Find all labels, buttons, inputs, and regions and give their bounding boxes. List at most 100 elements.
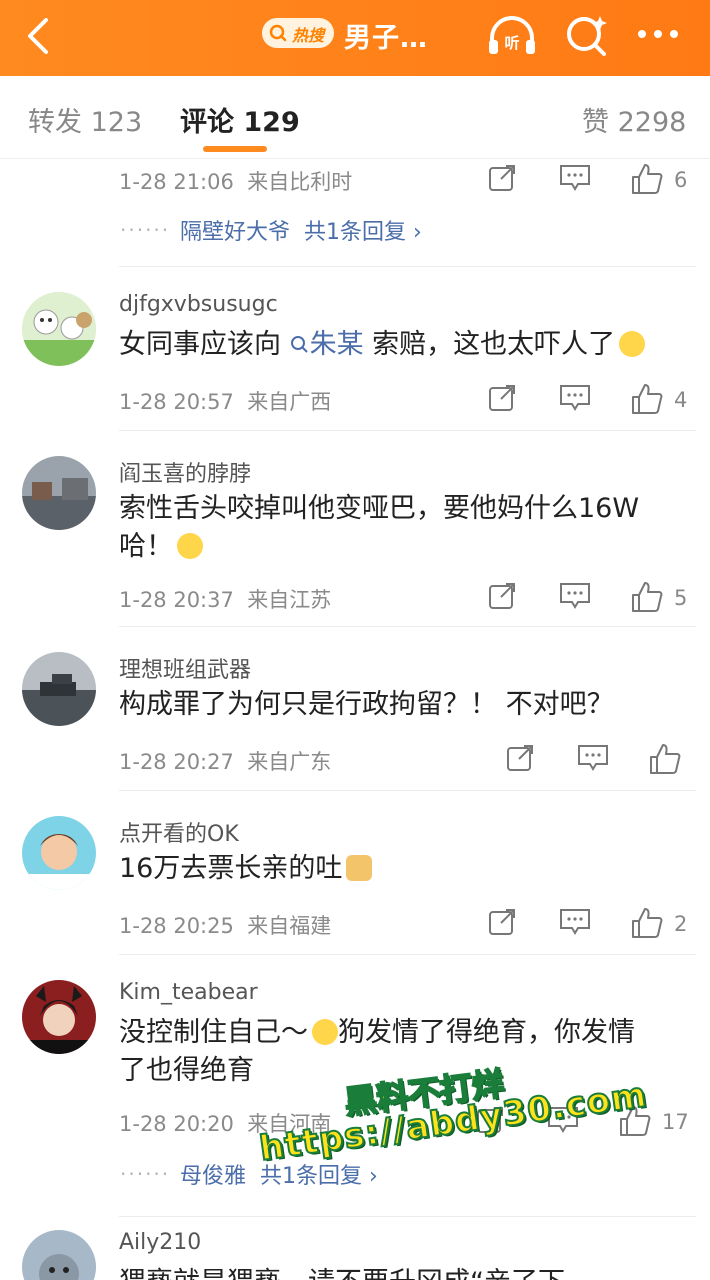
top-bar: 热搜 男子… 听 [0, 0, 710, 76]
like-count: 2 [674, 912, 688, 936]
like-icon[interactable] [630, 906, 664, 940]
reply-icon[interactable] [576, 742, 610, 774]
avatar[interactable] [22, 1230, 96, 1280]
comment-location: 来自广西 [247, 390, 332, 414]
comment-text: 构成罪了为何只是行政拘留？！ 不对吧？ [119, 689, 614, 720]
comment-text-part: 了也得绝育 [119, 1055, 254, 1086]
reply-dots: ······ [120, 218, 171, 242]
search-icon [567, 16, 607, 56]
username[interactable]: Aily210 [119, 1230, 201, 1255]
avatar[interactable] [22, 816, 96, 890]
share-icon[interactable] [486, 162, 518, 194]
comment-text: 猥亵就是猥亵，请不要升冈成“亲了下 [119, 1264, 679, 1280]
comment-text-part: 女同事应该向 [119, 329, 281, 360]
divider [119, 790, 696, 791]
divider [119, 626, 696, 627]
search-icon [290, 336, 308, 353]
comment-actions: 4 [486, 382, 696, 422]
topic-title[interactable]: 男子… [344, 16, 428, 55]
svg-text:听: 听 [504, 34, 519, 52]
avatar[interactable] [22, 456, 96, 530]
reply-user: 母俊雅 [180, 1164, 247, 1189]
avatar-image [22, 456, 96, 530]
avatar-image [22, 292, 96, 366]
like-icon[interactable] [648, 742, 682, 776]
search-button[interactable] [564, 12, 610, 58]
like-icon[interactable] [630, 382, 664, 416]
divider [119, 430, 696, 431]
comment-text: 16万去票长亲的吐 [119, 850, 679, 888]
comment-meta: 1-28 20:37 来自江苏 [119, 584, 331, 614]
active-tab-indicator [203, 146, 267, 152]
doge-emoji-icon [346, 855, 373, 881]
reply-icon[interactable] [558, 382, 592, 414]
comment-location: 来自福建 [247, 914, 332, 938]
comment-text: 索性舌头咬掉叫他变哑巴，要他妈什么16W哈！ [119, 490, 679, 566]
hot-search-badge[interactable]: 热搜 [262, 18, 334, 48]
hot-badge-label: 热搜 [292, 26, 325, 45]
like-count: 4 [674, 388, 688, 412]
listen-button[interactable]: 听 [486, 12, 538, 60]
username[interactable]: 阎玉喜的脖脖 [119, 456, 251, 488]
comment-actions: 5 [486, 580, 696, 620]
like-count: 6 [674, 168, 688, 192]
comment-meta: 1-28 20:25 来自福建 [119, 910, 331, 940]
comment-time: 1-28 20:37 [119, 588, 234, 612]
share-icon[interactable] [486, 906, 518, 938]
topic-mention-link[interactable]: 朱某 [281, 329, 364, 360]
reply-summary-link[interactable]: 隔壁好大爷 共1条回复 › [180, 214, 422, 246]
tab-bar: 转发 123 评论 129 赞 2298 [0, 76, 710, 159]
reply-count: 共1条回复 › [304, 220, 422, 245]
comment-text-part: 索赔，这也太吓人了 [363, 329, 616, 360]
comment-meta: 1-28 20:57 来自广西 [119, 386, 331, 416]
back-button[interactable] [20, 14, 60, 58]
avatar[interactable] [22, 980, 96, 1054]
mention-text: 朱某 [309, 329, 364, 360]
tab-repost[interactable]: 转发 123 [28, 100, 142, 139]
comment-text: 女同事应该向 朱某 索赔，这也太吓人了 [119, 326, 679, 364]
comment-text-part: 没控制住自己～ [119, 1017, 308, 1048]
nervous-emoji-icon [619, 331, 646, 357]
divider [119, 266, 696, 267]
share-icon[interactable] [486, 580, 518, 612]
avatar[interactable] [22, 652, 96, 726]
username[interactable]: 点开看的OK [119, 816, 239, 848]
reply-icon[interactable] [558, 906, 592, 938]
tab-comments[interactable]: 评论 129 [180, 100, 300, 139]
like-count: 17 [662, 1110, 689, 1134]
comment-location: 来自江苏 [247, 588, 332, 612]
more-dots-icon [638, 30, 678, 38]
tab-likes[interactable]: 赞 2298 [582, 100, 686, 139]
comment-time: 1-28 20:20 [119, 1112, 234, 1136]
comment-text-part: 狗发情了得绝育，你发情 [338, 1017, 635, 1048]
comment-time: 1-28 20:57 [119, 390, 234, 414]
username[interactable]: djfgxvbsusugc [119, 292, 278, 317]
reply-icon[interactable] [558, 580, 592, 612]
comment-time: 1-28 20:27 [119, 750, 234, 774]
comment-actions: 2 [486, 906, 696, 946]
more-button[interactable] [634, 20, 682, 48]
reply-icon[interactable] [558, 162, 592, 194]
divider [119, 954, 696, 955]
divider [119, 1216, 696, 1217]
laughing-emoji-icon [177, 533, 203, 559]
comment-actions [504, 742, 710, 782]
share-icon[interactable] [504, 742, 536, 774]
avatar-image [22, 652, 96, 726]
avatar-image [22, 1230, 96, 1280]
reply-dots: ······ [120, 1162, 171, 1186]
headphones-icon: 听 [489, 16, 535, 54]
hug-emoji-icon [312, 1019, 338, 1045]
like-count: 5 [674, 586, 688, 610]
reply-user: 隔壁好大爷 [180, 220, 291, 245]
comment-meta: 1-28 20:27 来自广东 [119, 746, 331, 776]
reply-count: 共1条回复 › [260, 1164, 378, 1189]
username[interactable]: Kim_teabear [119, 980, 258, 1005]
like-icon[interactable] [630, 162, 664, 196]
avatar-image [22, 816, 96, 890]
like-icon[interactable] [630, 580, 664, 614]
avatar[interactable] [22, 292, 96, 366]
username[interactable]: 理想班组武器 [119, 652, 251, 684]
share-icon[interactable] [486, 382, 518, 414]
avatar-image [22, 980, 96, 1054]
